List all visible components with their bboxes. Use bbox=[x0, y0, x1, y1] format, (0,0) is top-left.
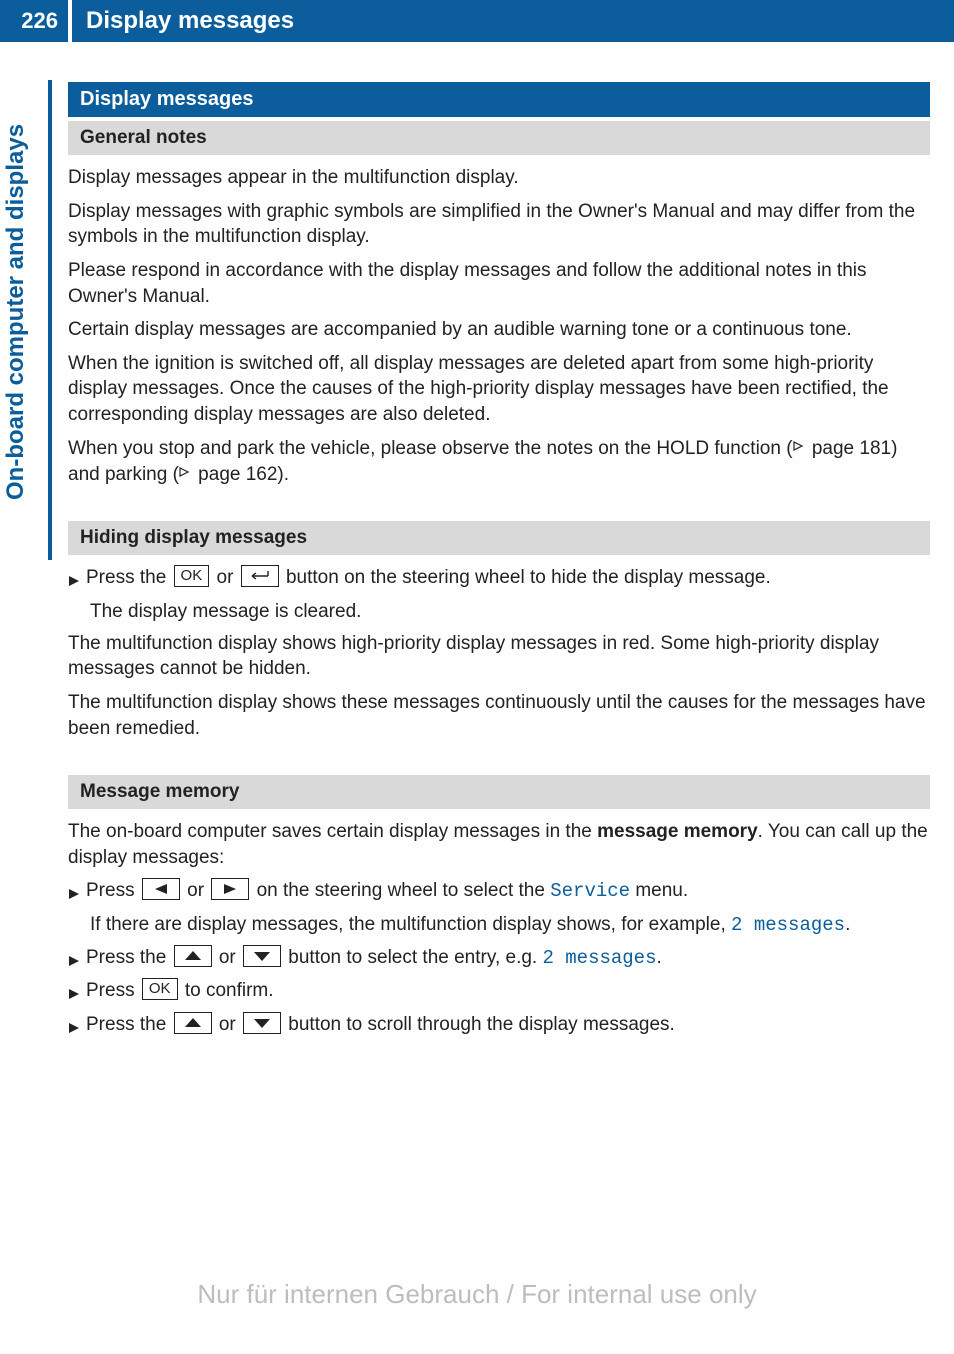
left-arrow-key bbox=[142, 878, 180, 900]
step-marker-icon bbox=[68, 982, 80, 1008]
side-tab-label: On-board computer and displays bbox=[2, 124, 30, 500]
instruction-step: Press or on the steering wheel to select… bbox=[68, 878, 930, 908]
text: button to select the entry, e.g. bbox=[283, 947, 542, 968]
step-text: Press OK to confirm. bbox=[86, 978, 930, 1004]
subsection-heading-general-notes: General notes bbox=[68, 121, 930, 155]
paragraph: Display messages appear in the multifunc… bbox=[68, 165, 930, 191]
instruction-step: Press the or button to scroll through th… bbox=[68, 1012, 930, 1042]
page-ref-icon bbox=[179, 460, 191, 486]
text: on the steering wheel to select the bbox=[251, 880, 550, 901]
step-result: The display message is cleared. bbox=[90, 599, 930, 625]
paragraph: The multifunction display shows high-pri… bbox=[68, 631, 930, 682]
text: . bbox=[845, 914, 850, 935]
step-marker-icon bbox=[68, 949, 80, 975]
display-text-messages: 2 messages bbox=[542, 947, 656, 969]
step-marker-icon bbox=[68, 1016, 80, 1042]
text: to confirm. bbox=[180, 980, 274, 1001]
side-tab: On-board computer and displays bbox=[0, 80, 52, 560]
paragraph: The multifunction display shows these me… bbox=[68, 690, 930, 741]
text-bold: message memory bbox=[597, 821, 758, 842]
step-marker-icon bbox=[68, 882, 80, 908]
header-title: Display messages bbox=[68, 0, 954, 42]
subsection-heading-hiding: Hiding display messages bbox=[68, 521, 930, 555]
text: If there are display messages, the multi… bbox=[90, 914, 731, 935]
text: or bbox=[214, 947, 241, 968]
text: Press the bbox=[86, 947, 172, 968]
step-text: Press the or button to scroll through th… bbox=[86, 1012, 930, 1038]
step-text: Press or on the steering wheel to select… bbox=[86, 878, 930, 905]
display-text-messages: 2 messages bbox=[731, 914, 845, 936]
page-content: Display messages General notes Display m… bbox=[68, 42, 930, 1042]
subsection-heading-memory: Message memory bbox=[68, 775, 930, 809]
step-text: Press the OK or button on the steering w… bbox=[86, 565, 930, 591]
text: When you stop and park the vehicle, plea… bbox=[68, 438, 793, 459]
text: Press bbox=[86, 880, 140, 901]
text: or bbox=[214, 1014, 241, 1035]
right-arrow-key bbox=[211, 878, 249, 900]
text: page 162). bbox=[193, 464, 289, 485]
watermark: Nur für internen Gebrauch / For internal… bbox=[0, 1279, 954, 1310]
text: Press bbox=[86, 980, 140, 1001]
text: . bbox=[657, 947, 662, 968]
instruction-step: Press the OK or button on the steering w… bbox=[68, 565, 930, 595]
step-text: Press the or button to select the entry,… bbox=[86, 945, 930, 972]
down-arrow-key bbox=[243, 1012, 281, 1034]
page-header: 226 Display messages bbox=[0, 0, 954, 42]
paragraph: When the ignition is switched off, all d… bbox=[68, 351, 930, 428]
paragraph: Please respond in accordance with the di… bbox=[68, 258, 930, 309]
instruction-step: Press the or button to select the entry,… bbox=[68, 945, 930, 975]
step-marker-icon bbox=[68, 569, 80, 595]
section-heading-display-messages: Display messages bbox=[68, 82, 930, 117]
up-arrow-key bbox=[174, 1012, 212, 1034]
paragraph: Display messages with graphic symbols ar… bbox=[68, 199, 930, 250]
page-ref-icon bbox=[793, 434, 805, 460]
display-text-service: Service bbox=[550, 880, 630, 902]
text: menu. bbox=[630, 880, 688, 901]
instruction-step: Press OK to confirm. bbox=[68, 978, 930, 1008]
text: or bbox=[211, 567, 238, 588]
text: or bbox=[182, 880, 209, 901]
ok-button-key: OK bbox=[142, 978, 178, 1000]
down-arrow-key bbox=[243, 945, 281, 967]
text: button on the steering wheel to hide the… bbox=[281, 567, 771, 588]
paragraph: The on-board computer saves certain disp… bbox=[68, 819, 930, 870]
step-result: If there are display messages, the multi… bbox=[90, 912, 930, 939]
up-arrow-key bbox=[174, 945, 212, 967]
text: Press the bbox=[86, 567, 172, 588]
text: button to scroll through the display mes… bbox=[283, 1014, 675, 1035]
text: Press the bbox=[86, 1014, 172, 1035]
text: The on-board computer saves certain disp… bbox=[68, 821, 597, 842]
paragraph: When you stop and park the vehicle, plea… bbox=[68, 436, 930, 488]
back-button-key bbox=[241, 565, 279, 587]
page-number: 226 bbox=[0, 0, 68, 42]
paragraph: Certain display messages are accompanied… bbox=[68, 317, 930, 343]
ok-button-key: OK bbox=[174, 565, 210, 587]
